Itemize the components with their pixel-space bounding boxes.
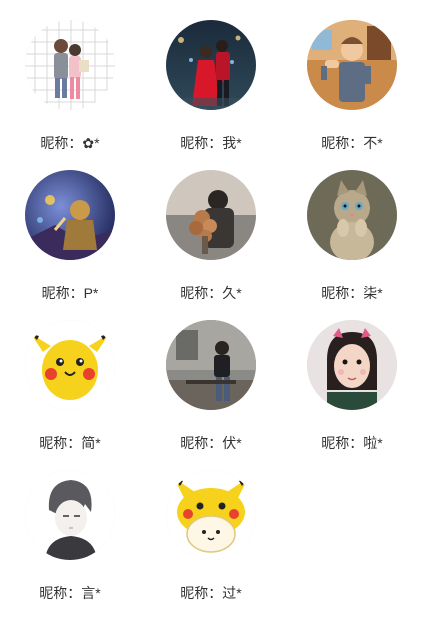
pikachu-avatar-icon[interactable] [25,320,115,410]
user-card[interactable]: 昵称：伏* [141,320,281,470]
nickname-label: 昵称：过* [180,585,242,601]
couple-photo-avatar-icon[interactable] [166,20,256,110]
user-card[interactable]: 昵称：✿* [0,20,140,170]
anime-boy-avatar-icon[interactable] [25,470,115,560]
user-card[interactable]: 昵称：简* [0,320,140,470]
nickname-label: 昵称：✿* [40,135,100,151]
nickname-label: 昵称：伏* [180,435,242,451]
nickname-label: 昵称：P* [41,285,99,301]
user-card[interactable]: 昵称：言* [0,470,140,620]
avatar-grid: 昵称：✿* 昵称：我* 昵称：不* 昵称：P* 昵称：久* 昵称：柒* 昵称：简… [0,0,421,632]
nickname-label: 昵称：言* [39,585,101,601]
user-card[interactable]: 昵称：我* [141,20,281,170]
bouquet-couple-avatar-icon[interactable] [166,170,256,260]
pikachu-hat-avatar-icon[interactable] [166,470,256,560]
user-card[interactable]: 昵称：不* [282,20,421,170]
girl-selfie-avatar-icon[interactable] [307,320,397,410]
nickname-label: 昵称：简* [39,435,101,451]
man-sitting-avatar-icon[interactable] [166,320,256,410]
nickname-label: 昵称：久* [180,285,242,301]
kitten-avatar-icon[interactable] [307,170,397,260]
user-card[interactable]: 昵称：柒* [282,170,421,320]
nickname-avatar-page: 昵称：✿* 昵称：我* 昵称：不* 昵称：P* 昵称：久* 昵称：柒* 昵称：简… [0,0,421,632]
nickname-label: 昵称：啦* [321,435,383,451]
user-card[interactable]: 昵称：过* [141,470,281,620]
game-character-avatar-icon[interactable] [25,170,115,260]
nickname-label: 昵称：不* [321,135,383,151]
nickname-label: 昵称：柒* [321,285,383,301]
user-card[interactable]: 昵称：久* [141,170,281,320]
cartoon-man-avatar-icon[interactable] [307,20,397,110]
nickname-label: 昵称：我* [180,135,242,151]
user-card[interactable]: 昵称：啦* [282,320,421,470]
couple-cartoon-avatar-icon[interactable] [25,20,115,110]
user-card[interactable]: 昵称：P* [0,170,140,320]
